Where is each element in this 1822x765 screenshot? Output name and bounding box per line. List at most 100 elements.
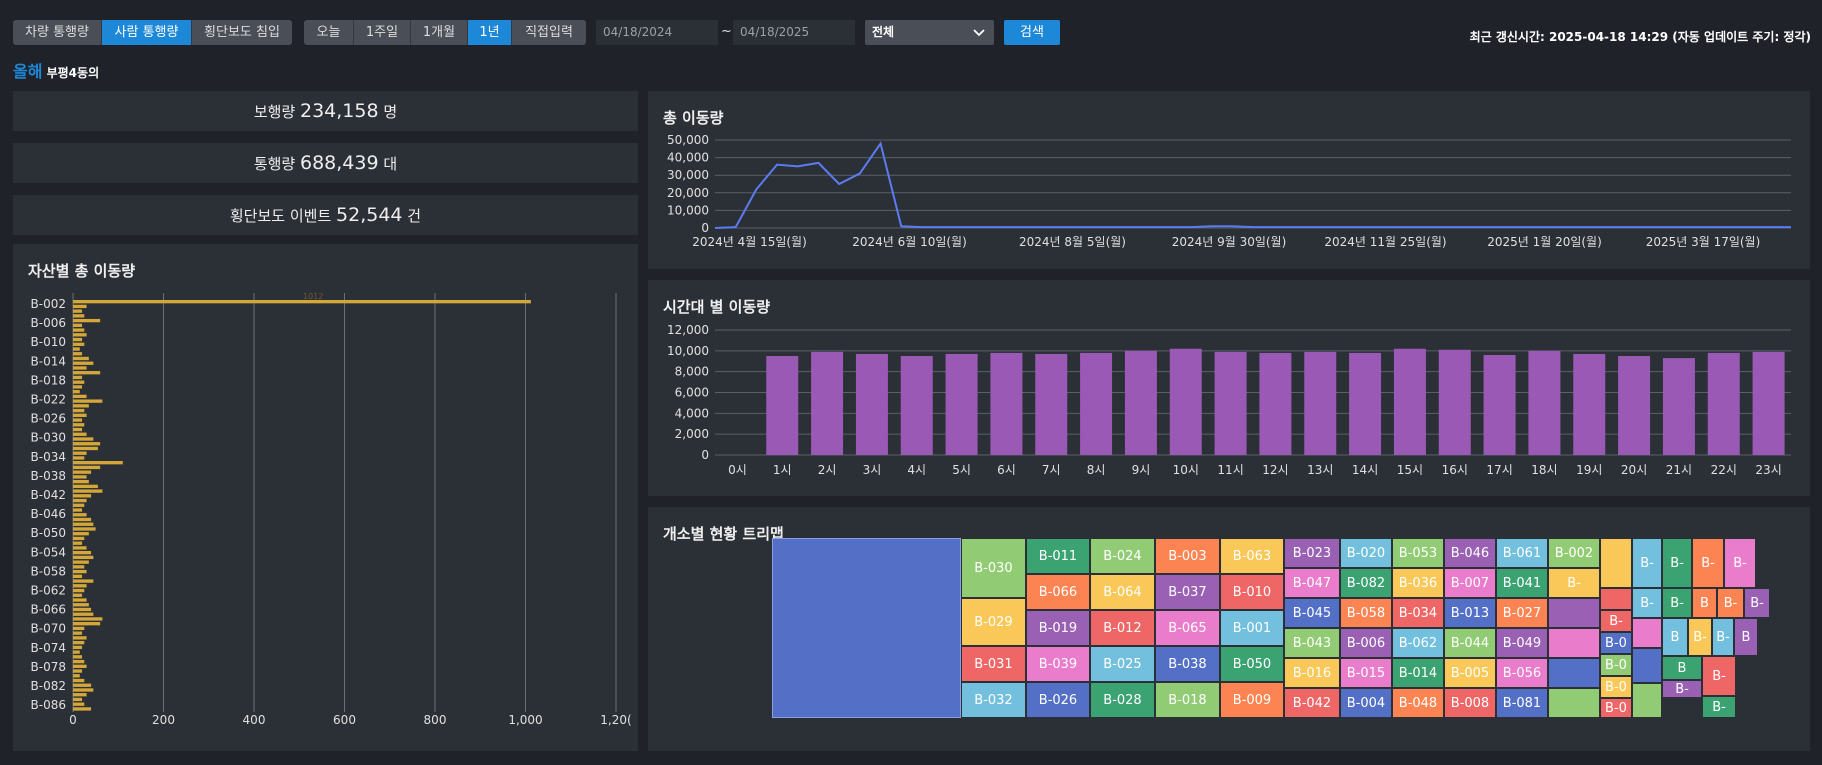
date-to-input[interactable]: 04/18/2025: [733, 20, 855, 45]
treemap-tile[interactable]: [1600, 588, 1632, 610]
treemap-tile[interactable]: B-037: [1155, 574, 1220, 610]
treemap-tile[interactable]: B-009: [1220, 682, 1284, 718]
treemap-tile[interactable]: [1548, 598, 1600, 628]
treemap-tile[interactable]: B-028: [1090, 682, 1155, 718]
date-from-input[interactable]: 04/18/2024: [596, 20, 718, 45]
treemap-tile[interactable]: B-001: [1220, 610, 1284, 646]
treemap-tile[interactable]: B-025: [1090, 646, 1155, 682]
tab-today[interactable]: 오늘: [304, 20, 354, 45]
treemap-tile[interactable]: B-002: [1548, 538, 1600, 568]
treemap-tile[interactable]: B-039: [1026, 646, 1090, 682]
treemap-tile[interactable]: B-034: [1392, 598, 1444, 628]
treemap-tile[interactable]: B-038: [1155, 646, 1220, 682]
treemap-tile[interactable]: [1548, 628, 1600, 658]
tab-custom[interactable]: 직접입력: [512, 20, 586, 45]
treemap-tile[interactable]: B-: [1692, 538, 1724, 588]
treemap-tile[interactable]: B-: [1712, 618, 1734, 656]
search-button[interactable]: 검색: [1004, 20, 1060, 45]
treemap-tile[interactable]: [1632, 648, 1662, 683]
treemap-tile[interactable]: B-019: [1026, 610, 1090, 646]
treemap-tile[interactable]: B-081: [1496, 688, 1548, 718]
tab-pedestrian-traffic[interactable]: 사람 통행량: [102, 20, 192, 45]
treemap-tile[interactable]: B-007: [1444, 568, 1496, 598]
treemap-tile[interactable]: B-012: [1090, 610, 1155, 646]
treemap-tile[interactable]: B-031: [961, 646, 1026, 682]
treemap-tile[interactable]: B-047: [1284, 568, 1340, 598]
treemap-tile[interactable]: B-: [1662, 588, 1692, 618]
treemap-tile[interactable]: B: [1692, 588, 1717, 618]
treemap-tile[interactable]: B-011: [1026, 538, 1090, 574]
treemap-tile[interactable]: B-049: [1496, 628, 1548, 658]
treemap-tile[interactable]: B-024: [1090, 538, 1155, 574]
treemap-tile[interactable]: B-032: [961, 682, 1026, 718]
treemap-tile[interactable]: B-058: [1340, 598, 1392, 628]
treemap-tile[interactable]: B-0: [1600, 632, 1632, 654]
treemap-tile[interactable]: B-044: [1444, 628, 1496, 658]
treemap-tile[interactable]: B-013: [1444, 598, 1496, 628]
treemap-tile[interactable]: [1548, 688, 1600, 718]
treemap-tile[interactable]: B-010: [1220, 574, 1284, 610]
treemap-tile[interactable]: B-030: [961, 538, 1026, 598]
treemap-tile[interactable]: B-029: [961, 598, 1026, 646]
treemap-tile[interactable]: B-053: [1392, 538, 1444, 568]
treemap-tile[interactable]: B: [1662, 656, 1702, 680]
treemap-tile[interactable]: B-: [1632, 538, 1662, 588]
treemap-tile[interactable]: B-046: [1444, 538, 1496, 568]
treemap-tile[interactable]: B-: [1632, 588, 1662, 618]
treemap-tile[interactable]: B-: [1662, 538, 1692, 588]
tab-vehicle-traffic[interactable]: 차량 통행량: [13, 20, 102, 45]
treemap-tile[interactable]: B-063: [1220, 538, 1284, 574]
treemap-tile[interactable]: B-065: [1155, 610, 1220, 646]
treemap-tile[interactable]: B-018: [1155, 682, 1220, 718]
treemap-tile[interactable]: B-043: [1284, 628, 1340, 658]
scope-select[interactable]: 전체: [865, 20, 994, 45]
treemap-tile[interactable]: B-056: [1496, 658, 1548, 688]
treemap-tile[interactable]: B-015: [1340, 658, 1392, 688]
treemap-tile[interactable]: B-036: [1392, 568, 1444, 598]
treemap-tile[interactable]: B-020: [1340, 538, 1392, 568]
treemap-tile[interactable]: B-: [1744, 588, 1770, 618]
treemap-tile[interactable]: B-: [1688, 618, 1712, 656]
treemap-tile[interactable]: B-008: [1444, 688, 1496, 718]
treemap-tile[interactable]: [1632, 618, 1662, 648]
treemap-tile[interactable]: B-027: [1496, 598, 1548, 628]
treemap-tile[interactable]: B-: [1702, 656, 1736, 696]
treemap-tile[interactable]: B-045: [1284, 598, 1340, 628]
tab-month[interactable]: 1개월: [411, 20, 468, 45]
treemap-tile[interactable]: B-0: [1600, 698, 1632, 718]
tab-year[interactable]: 1년: [468, 20, 512, 45]
treemap-tile[interactable]: B-: [1717, 588, 1744, 618]
treemap-tile[interactable]: B-0: [1600, 654, 1632, 676]
treemap-tile[interactable]: B-: [1724, 538, 1756, 588]
treemap-tile[interactable]: [1600, 538, 1632, 588]
treemap-tile[interactable]: B-: [1702, 696, 1736, 718]
treemap-tile[interactable]: B-042: [1284, 688, 1340, 718]
treemap-tile[interactable]: B: [1662, 618, 1688, 656]
treemap-tile[interactable]: B-041: [1496, 568, 1548, 598]
treemap-tile[interactable]: B-023: [1284, 538, 1340, 568]
treemap-tile[interactable]: B-: [1548, 568, 1600, 598]
tab-crosswalk-intrusion[interactable]: 횡단보도 침입: [192, 20, 292, 45]
treemap-tile[interactable]: B: [1734, 618, 1758, 656]
treemap-tile[interactable]: B-016: [1284, 658, 1340, 688]
treemap-tile[interactable]: [1632, 683, 1662, 718]
treemap-tile[interactable]: B-: [1662, 680, 1702, 698]
treemap-tile[interactable]: B-005: [1444, 658, 1496, 688]
treemap-tile[interactable]: B-048: [1392, 688, 1444, 718]
treemap-tile[interactable]: B-006: [1340, 628, 1392, 658]
treemap-tile[interactable]: B-0: [1600, 676, 1632, 698]
treemap-tile[interactable]: [1548, 658, 1600, 688]
treemap-tile[interactable]: B-062: [1392, 628, 1444, 658]
treemap-tile[interactable]: B-003: [1155, 538, 1220, 574]
treemap-tile[interactable]: B-004: [1340, 688, 1392, 718]
treemap-tile[interactable]: B-082: [1340, 568, 1392, 598]
tab-week[interactable]: 1주일: [354, 20, 411, 45]
treemap-tile[interactable]: B-050: [1220, 646, 1284, 682]
treemap-tile[interactable]: [772, 538, 961, 718]
treemap-tile[interactable]: B-066: [1026, 574, 1090, 610]
treemap-tile[interactable]: B-: [1600, 610, 1632, 632]
treemap-tile[interactable]: B-064: [1090, 574, 1155, 610]
treemap-tile[interactable]: B-026: [1026, 682, 1090, 718]
treemap-tile[interactable]: B-014: [1392, 658, 1444, 688]
treemap-tile[interactable]: B-061: [1496, 538, 1548, 568]
